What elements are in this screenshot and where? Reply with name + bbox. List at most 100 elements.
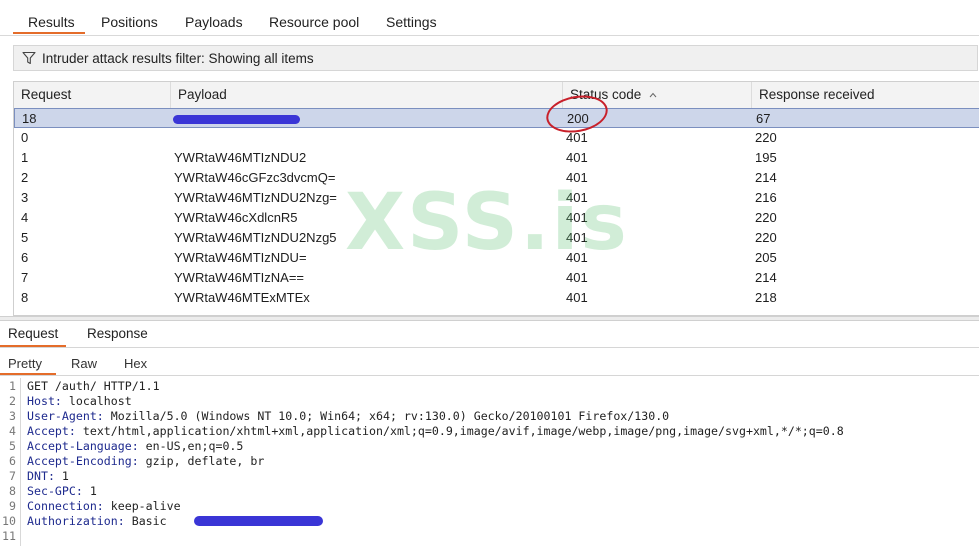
active-tab-indicator (13, 32, 85, 34)
request-editor[interactable]: 1 GET /auth/ HTTP/1.1 2 Host: localhost 3 Use… (0, 378, 979, 546)
tab-response[interactable]: Response (87, 326, 148, 341)
redacted-payload (173, 115, 300, 124)
line-number: 5 (9, 439, 16, 453)
cell-request: 18 (22, 111, 37, 126)
cell-payload: YWRtaW46cGFzc3dvcmQ= (174, 170, 336, 185)
column-header-response-received[interactable]: Response received (752, 82, 979, 108)
table-row[interactable]: 2 YWRtaW46cGFzc3dvcmQ= 401 214 (14, 168, 979, 188)
header-name: Accept: (27, 424, 76, 438)
tab-settings[interactable]: Settings (386, 14, 437, 30)
header-value: gzip, deflate, br (138, 454, 265, 468)
line-number: 4 (9, 424, 16, 438)
cell-status: 401 (566, 150, 588, 165)
results-filter-bar[interactable]: Intruder attack results filter: Showing … (13, 45, 978, 71)
view-tabs: Pretty Raw Hex (0, 350, 979, 376)
table-row[interactable]: 8 YWRtaW46MTExMTEx 401 218 (14, 288, 979, 308)
request-line: Accept-Encoding: gzip, deflate, br (27, 454, 264, 468)
table-row[interactable]: 18 200 67 (14, 108, 979, 128)
line-number: 10 (2, 514, 16, 528)
request-line: Connection: keep-alive (27, 499, 181, 513)
tab-raw[interactable]: Raw (71, 356, 97, 371)
tab-payloads[interactable]: Payloads (185, 14, 243, 30)
column-label: Request (21, 87, 72, 102)
column-header-request[interactable]: Request (14, 82, 171, 108)
column-header-payload[interactable]: Payload (171, 82, 563, 108)
header-value: en-US,en;q=0.5 (138, 439, 244, 453)
header-value: localhost (61, 394, 132, 408)
cell-payload: YWRtaW46MTExMTEx (174, 290, 310, 305)
request-line: User-Agent: Mozilla/5.0 (Windows NT 10.0… (27, 409, 669, 423)
cell-status: 401 (566, 270, 588, 285)
cell-payload: YWRtaW46MTIzNDU= (174, 250, 307, 265)
header-name: User-Agent: (27, 409, 104, 423)
cell-response: 216 (755, 190, 777, 205)
tab-resource-pool[interactable]: Resource pool (269, 14, 359, 30)
line-number: 7 (9, 469, 16, 483)
active-tab-indicator (0, 373, 56, 375)
results-table: Request Payload Status code Response rec… (13, 81, 979, 316)
tab-results[interactable]: Results (28, 14, 75, 30)
cell-response: 195 (755, 150, 777, 165)
column-label: Payload (178, 87, 227, 102)
sort-ascending-icon (649, 92, 657, 98)
request-line: Host: localhost (27, 394, 132, 408)
cell-request: 5 (21, 230, 29, 245)
table-row[interactable]: 0 401 220 (14, 128, 979, 148)
line-number: 3 (9, 409, 16, 423)
cell-response: 205 (755, 250, 777, 265)
cell-response: 218 (755, 290, 777, 305)
cell-request: 4 (21, 210, 29, 225)
cell-payload: YWRtaW46MTIzNA== (174, 270, 305, 285)
line-number: 1 (9, 379, 16, 393)
cell-response: 220 (755, 230, 777, 245)
table-row[interactable]: 1 YWRtaW46MTIzNDU2 401 195 (14, 148, 979, 168)
redacted-credentials (194, 516, 323, 526)
header-value: Basic (124, 514, 167, 528)
table-row[interactable]: 3 YWRtaW46MTIzNDU2Nzg= 401 216 (14, 188, 979, 208)
tab-hex[interactable]: Hex (124, 356, 147, 371)
header-value: Mozilla/5.0 (Windows NT 10.0; Win64; x64… (103, 409, 670, 423)
cell-request: 0 (21, 130, 29, 145)
cell-payload: YWRtaW46MTIzNDU2 (174, 150, 307, 165)
header-name: Accept-Language: (27, 439, 139, 453)
table-row[interactable]: 4 YWRtaW46cXdlcnR5 401 220 (14, 208, 979, 228)
cell-request: 6 (21, 250, 29, 265)
cell-request: 2 (21, 170, 29, 185)
tab-pretty[interactable]: Pretty (8, 356, 42, 371)
request-line: Sec-GPC: 1 (27, 484, 97, 498)
request-line: DNT: 1 (27, 469, 69, 483)
header-name: Authorization: (27, 514, 125, 528)
cell-request: 8 (21, 290, 29, 305)
header-name: Accept-Encoding: (27, 454, 139, 468)
cell-response: 67 (756, 111, 771, 126)
table-header: Request Payload Status code Response rec… (14, 82, 979, 109)
cell-status: 401 (566, 170, 588, 185)
table-row[interactable]: 7 YWRtaW46MTIzNA== 401 214 (14, 268, 979, 288)
tool-tabs: Results Positions Payloads Resource pool… (0, 0, 979, 36)
line-number: 8 (9, 484, 16, 498)
cell-payload: YWRtaW46MTIzNDU2Nzg= (174, 190, 337, 205)
cell-status: 401 (566, 250, 588, 265)
cell-response: 220 (755, 210, 777, 225)
table-row[interactable]: 5 YWRtaW46MTIzNDU2Nzg5 401 220 (14, 228, 979, 248)
line-number: 2 (9, 394, 16, 408)
header-value: 1 (82, 484, 97, 498)
line-number: 11 (2, 529, 16, 543)
cell-status: 401 (566, 210, 588, 225)
request-line: Accept: text/html,application/xhtml+xml,… (27, 424, 844, 438)
cell-status: 401 (566, 230, 588, 245)
cell-response: 214 (755, 270, 777, 285)
line-number: 9 (9, 499, 16, 513)
tab-positions[interactable]: Positions (101, 14, 158, 30)
header-value: 1 (54, 469, 69, 483)
tab-request[interactable]: Request (8, 326, 58, 341)
filter-label: Intruder attack results filter: Showing … (42, 51, 314, 66)
header-value: text/html,application/xhtml+xml,applicat… (75, 424, 844, 438)
cell-request: 7 (21, 270, 29, 285)
cell-payload: YWRtaW46cXdlcnR5 (174, 210, 298, 225)
active-tab-indicator (0, 345, 66, 347)
cell-payload: YWRtaW46MTIzNDU2Nzg5 (174, 230, 337, 245)
request-line: GET /auth/ HTTP/1.1 (27, 379, 160, 393)
table-row[interactable]: 6 YWRtaW46MTIzNDU= 401 205 (14, 248, 979, 268)
cell-response: 214 (755, 170, 777, 185)
